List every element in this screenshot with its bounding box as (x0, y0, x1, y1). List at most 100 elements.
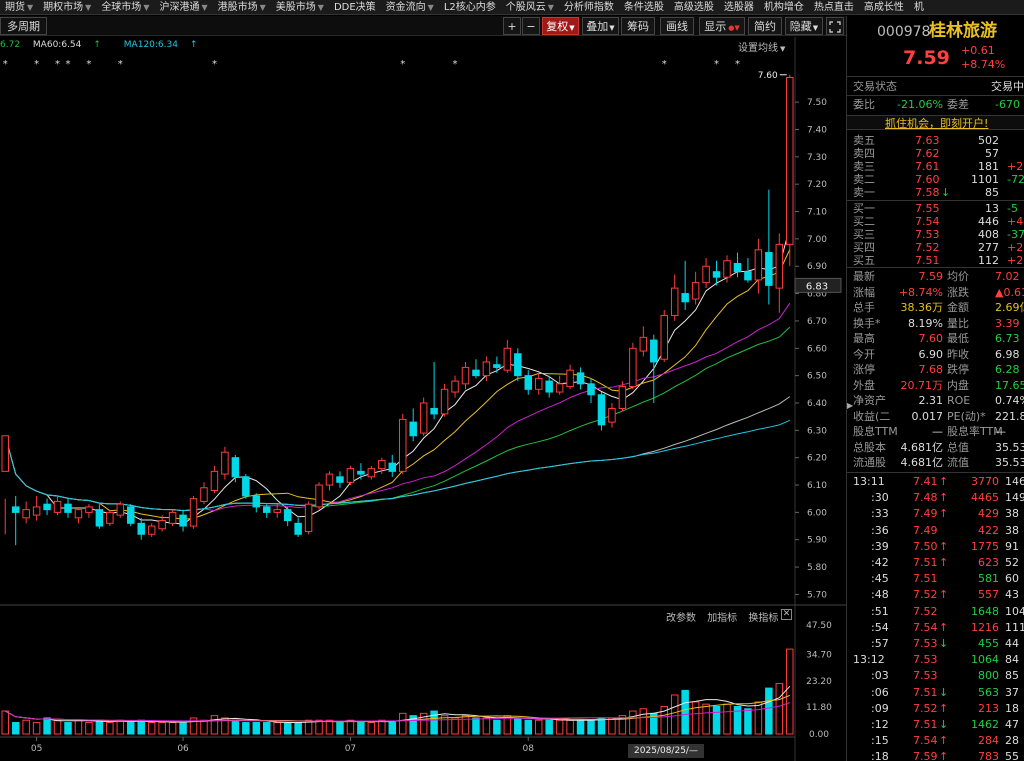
edit-params-button[interactable]: 改参数 (666, 613, 696, 624)
candle-body (116, 503, 125, 516)
volume-bar (357, 722, 365, 735)
chart-area[interactable]: 7.50 7.40 7.30 7.20 7.10 7.00 6.90 6.80 6.70 6.60… (0, 37, 846, 761)
current-price-label: 6.83 (806, 281, 828, 292)
period-selector[interactable]: 多周期 (0, 17, 47, 35)
zoom-out-button[interactable]: − (522, 17, 540, 35)
adjust-button[interactable]: 复权▼ (542, 17, 579, 35)
menu-item[interactable]: 机 (909, 0, 929, 14)
stat-label: 昨收 (947, 347, 969, 361)
candle-body (273, 509, 281, 513)
candle-body (712, 271, 721, 278)
volume-bar (1, 710, 9, 735)
menu-item[interactable]: 高级选股 (669, 0, 719, 14)
menu-item[interactable]: DDE决策 (329, 0, 381, 14)
candle-body (43, 503, 51, 511)
menu-item[interactable]: 港股市场 ▼ (213, 0, 271, 14)
menu-item[interactable]: 热点直击 (809, 0, 859, 14)
price-tick-label: 6.10 (807, 481, 827, 491)
candle-body (32, 506, 41, 516)
tick-price: 7.41 (913, 475, 938, 488)
stat-label: 总股本 (853, 440, 886, 454)
menu-item[interactable]: 全球市场 ▼ (96, 0, 154, 14)
candle-body (440, 388, 449, 415)
tick-time: :09 (871, 701, 889, 715)
hide-button[interactable]: 隐藏▼ (785, 17, 823, 35)
menu-item[interactable]: 期货 ▼ (0, 0, 38, 14)
candle-body (168, 511, 177, 524)
volume-bar (534, 719, 543, 735)
tick-time: 13:11 (853, 475, 885, 488)
simple-mode-button[interactable]: 简约 (748, 17, 782, 35)
bids-label: 买三 (853, 228, 875, 241)
menu-item[interactable]: 分析师指数 (559, 0, 619, 14)
candle-body (765, 252, 773, 286)
menu-item[interactable]: 美股市场 ▼ (271, 0, 329, 14)
promo-banner-text[interactable]: 抓住机会，即刻开户! (885, 116, 988, 131)
expand-icon[interactable] (826, 17, 844, 35)
price-tick-label: 7.10 (807, 208, 827, 218)
dropdown-arrow-icon: ●▼ (728, 24, 740, 32)
up-arrow-icon: ↑ (939, 539, 949, 553)
candle-body (53, 500, 62, 513)
zoom-in-button[interactable]: + (503, 17, 521, 35)
top-menu-bar: 期货 ▼ 期权市场 ▼ 全球市场 ▼ 沪深港通 ▼ 港股市场 ▼ 美股市场 ▼ DDE决策 资金流向 ▼ L2… (0, 0, 1024, 15)
ma120-line (4, 419, 791, 512)
draw-line-button[interactable]: 画线 (660, 17, 694, 35)
stat-row: 外盘 20.71万内盘 17.65万 (847, 378, 1024, 393)
menu-item[interactable]: L2核心内参 (439, 0, 501, 14)
set-ma-button[interactable]: 设置均线 ▼ (738, 39, 785, 54)
close-icon[interactable]: ✕ (781, 609, 792, 620)
candle-body (786, 77, 794, 245)
menu-item[interactable]: 个股风云 ▼ (501, 0, 559, 14)
tick-count: 146 (1005, 475, 1024, 488)
up-arrow-icon: ↑ (939, 507, 949, 521)
promo-banner[interactable]: 抓住机会，即刻开户! (847, 115, 1024, 130)
tick-time: :33 (871, 507, 889, 521)
stat-value: 20.71万 (900, 378, 944, 392)
bids-label: 买一 (853, 202, 875, 215)
tick-volume: 3770 (971, 475, 999, 488)
chips-button[interactable]: 筹码 (621, 17, 655, 35)
kline-chart[interactable]: 7.507.407.307.207.107.006.906.806.706.60… (0, 37, 846, 761)
volume-bar (231, 719, 240, 735)
candle-body (723, 260, 731, 278)
menu-item[interactable]: 资金流向 ▼ (381, 0, 439, 14)
dropdown-arrow-icon: ▼ (812, 24, 819, 32)
tick-row: :36 7.49 422 38 (847, 523, 1024, 538)
stat-value: 3.39 (995, 316, 1020, 330)
price-tick-label: 6.50 (807, 372, 827, 382)
menu-item[interactable]: 期权市场 ▼ (38, 0, 96, 14)
menu-item[interactable]: 条件选股 (619, 0, 669, 14)
swap-indicator-button[interactable]: 换指标 (748, 613, 778, 624)
candle-body (524, 375, 532, 390)
volume-bar (43, 717, 51, 735)
display-button[interactable]: 显示 ●▼ (699, 17, 745, 35)
menu-item[interactable]: 选股器 (719, 0, 759, 14)
tick-price: 7.52 (913, 701, 938, 715)
overlay-button[interactable]: 叠加▼ (582, 17, 619, 35)
tick-volume: 1216 (971, 620, 999, 634)
period-label: 多周期 (7, 20, 40, 33)
tick-count: 60 (1005, 572, 1019, 586)
candle-body (210, 470, 219, 491)
date-axis-label: 05 (31, 744, 42, 754)
price-tick-label: 7.20 (807, 180, 827, 190)
menu-item[interactable]: 机构增仓 (759, 0, 809, 14)
tick-price: 7.54 (913, 620, 938, 634)
candle-body (22, 509, 30, 519)
add-indicator-button[interactable]: 加指标 (707, 613, 737, 624)
bids-price: 7.52 (915, 241, 940, 254)
tick-count: 38 (1005, 523, 1019, 537)
quote-sidebar: ▶ 000978 桂林旅游 7.59 +0.61 +8.74% 交易状态 交易中… (846, 16, 1024, 761)
tick-count: 84 (1005, 653, 1019, 667)
menu-item-label: 个股风云 (505, 2, 546, 13)
menu-item[interactable]: 沪深港通 ▼ (154, 0, 212, 14)
stat-row: 净资产 2.31ROE 0.74% (847, 393, 1024, 408)
menu-item[interactable]: 高成长性 (859, 0, 909, 14)
tick-volume: 422 (978, 523, 999, 537)
candle-body (221, 451, 229, 475)
up-arrow-icon: ↑ (93, 40, 101, 50)
volume-bar (388, 722, 397, 735)
trade-status-value: 交易中 (991, 80, 1024, 93)
menu-item-label: 期货 (5, 2, 25, 13)
